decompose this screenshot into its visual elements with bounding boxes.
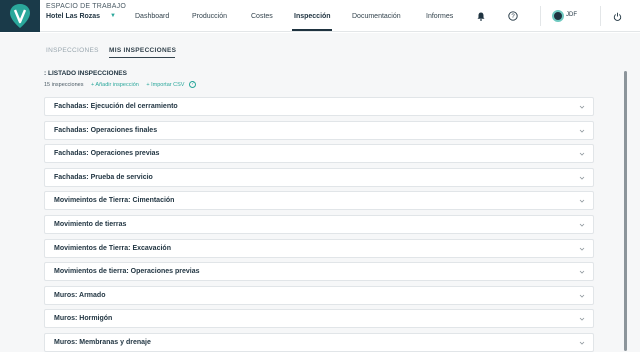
- main-content: INSPECCIONES MIS INSPECCIONES : LISTADO …: [0, 33, 640, 352]
- list-item-label: Fachadas: Operaciones finales: [54, 126, 158, 134]
- nav-dashboard[interactable]: Dashboard: [135, 0, 169, 32]
- top-bar: ESPACIO DE TRABAJO Hotel Las Rozas ▼ Das…: [0, 0, 640, 32]
- inspection-list: Fachadas: Ejecución del cerramiento Fach…: [44, 97, 594, 352]
- nav-active-indicator: [292, 29, 332, 31]
- chevron-down-icon: [579, 176, 585, 180]
- list-item-label: Fachadas: Prueba de servicio: [54, 173, 153, 181]
- list-item[interactable]: Fachadas: Ejecución del cerramiento: [44, 97, 594, 116]
- list-item-label: Movimientos de tierra: Operaciones previ…: [54, 268, 200, 276]
- list-item-label: Movimientos de Tierra: Excavación: [54, 244, 171, 252]
- chevron-down-icon: [579, 200, 585, 203]
- chevron-down-icon: [579, 129, 585, 133]
- chevron-down-icon: [579, 152, 585, 156]
- logo-icon[interactable]: [0, 0, 40, 32]
- list-item[interactable]: Movimientos de tierra: Operaciones previ…: [44, 262, 594, 282]
- list-item[interactable]: Movimientos de Tierra: Excavación: [44, 238, 594, 258]
- help-icon[interactable]: ?: [188, 81, 196, 88]
- bell-icon[interactable]: [474, 9, 488, 23]
- scrollbar[interactable]: [624, 71, 627, 351]
- list-item[interactable]: Fachadas: Operaciones finales: [44, 120, 594, 140]
- divider: [540, 6, 541, 26]
- chevron-down-icon: [579, 105, 585, 109]
- list-item[interactable]: Movimiento de tierras: [44, 214, 594, 234]
- list-item-label: Movimiento de tierras: [54, 220, 127, 228]
- workspace-label: ESPACIO DE TRABAJO: [46, 3, 126, 10]
- tab-mis-inspecciones[interactable]: MIS INSPECCIONES: [109, 47, 176, 54]
- list-item[interactable]: Muros: Membranas y drenaje: [44, 332, 594, 352]
- chevron-down-icon: [579, 318, 585, 321]
- list-item-label: Muros: Membranas y drenaje: [54, 338, 151, 346]
- list-title: : LISTADO INSPECCIONES: [44, 70, 127, 77]
- list-item-label: Movimeintos de Tierra: Cimentación: [54, 197, 175, 205]
- list-item-label: Muros: Hormigón: [54, 315, 113, 323]
- list-meta: 15 inspecciones + Añadir inspección + Im…: [44, 81, 196, 88]
- chevron-down-icon: [579, 270, 585, 274]
- divider: [600, 6, 601, 26]
- tab-active-indicator: [109, 57, 175, 58]
- user-initials: JDF: [566, 12, 577, 18]
- chevron-down-icon: [579, 294, 585, 298]
- list-item[interactable]: Muros: Hormigón: [44, 309, 594, 329]
- list-item[interactable]: Fachadas: Operaciones previas: [44, 144, 594, 164]
- nav-inspeccion[interactable]: Inspección: [294, 0, 331, 32]
- nav-costes[interactable]: Costes: [251, 0, 273, 32]
- power-icon[interactable]: [610, 9, 624, 23]
- user-menu[interactable]: JDF: [548, 7, 584, 25]
- nav-informes[interactable]: Informes: [426, 0, 453, 32]
- add-inspection-link[interactable]: + Añadir inspección: [91, 82, 139, 88]
- import-csv-link[interactable]: + Importar CSV: [146, 82, 184, 88]
- nav-documentacion[interactable]: Documentación: [352, 0, 401, 32]
- inspection-count: 15 inspecciones: [44, 81, 84, 88]
- list-item[interactable]: Movimeintos de Tierra: Cimentación: [44, 191, 594, 211]
- list-item-label: Muros: Armado: [54, 291, 106, 299]
- tab-inspecciones[interactable]: INSPECCIONES: [46, 47, 99, 54]
- help-icon[interactable]: ?: [506, 9, 520, 23]
- chevron-down-icon: [579, 247, 585, 251]
- nav-produccion[interactable]: Producción: [192, 0, 227, 32]
- avatar: [552, 10, 564, 22]
- list-item-label: Fachadas: Ejecución del cerramiento: [54, 103, 178, 110]
- list-item-label: Fachadas: Operaciones previas: [54, 150, 160, 158]
- chevron-down-icon: [579, 223, 585, 227]
- list-item[interactable]: Fachadas: Prueba de servicio: [44, 167, 594, 187]
- list-item[interactable]: Muros: Armado: [44, 285, 594, 305]
- svg-text:?: ?: [511, 14, 515, 20]
- chevron-down-icon[interactable]: ▼: [110, 13, 116, 19]
- chevron-down-icon: [579, 341, 585, 345]
